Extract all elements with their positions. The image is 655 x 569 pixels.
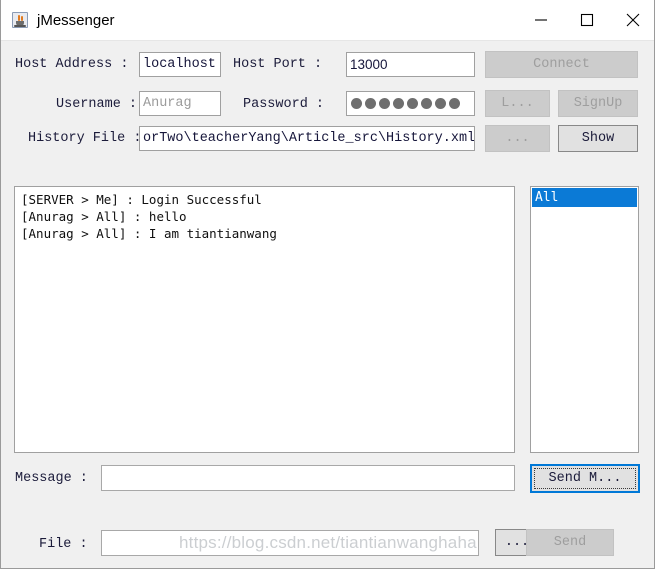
java-coffee-cup-icon <box>12 12 28 28</box>
title-bar: jMessenger <box>1 0 654 40</box>
host-port-input[interactable]: 13000 <box>346 52 475 77</box>
message-label: Message : <box>15 471 88 486</box>
message-input[interactable] <box>101 465 515 491</box>
host-port-label: Host Port : <box>233 57 323 72</box>
history-browse-button[interactable]: ... <box>485 125 550 152</box>
username-input[interactable]: Anurag <box>139 91 221 116</box>
user-list-item[interactable]: All <box>532 188 637 207</box>
send-message-button-label: Send M... <box>534 468 636 489</box>
chat-message-line: [Anurag > All] : I am tiantianwang <box>21 226 277 241</box>
password-input[interactable] <box>346 91 475 116</box>
host-address-label: Host Address : <box>15 57 129 72</box>
window-controls <box>518 0 654 40</box>
show-history-button[interactable]: Show <box>558 125 638 152</box>
app-window: jMessenger Host Address : localhost Host… <box>0 0 655 569</box>
title-bar-divider <box>1 40 654 41</box>
window-title: jMessenger <box>37 11 115 29</box>
send-message-button[interactable]: Send M... <box>530 464 640 493</box>
signup-button[interactable]: SignUp <box>558 90 638 117</box>
file-input[interactable] <box>101 530 479 556</box>
close-icon[interactable] <box>610 0 654 40</box>
history-file-input[interactable]: orTwo\teacherYang\Article_src\History.xm… <box>139 126 475 151</box>
connect-button[interactable]: Connect <box>485 51 638 78</box>
host-address-input[interactable]: localhost <box>139 52 221 77</box>
username-label: Username : <box>56 97 138 112</box>
login-button[interactable]: L... <box>485 90 550 117</box>
chat-log-panel[interactable]: [SERVER > Me] : Login Successful [Anurag … <box>14 186 515 453</box>
user-list-panel[interactable]: All <box>530 186 639 453</box>
send-file-button[interactable]: Send <box>526 529 614 556</box>
history-file-label: History File : <box>28 131 142 146</box>
minimize-icon[interactable] <box>518 0 564 40</box>
chat-message-line: [SERVER > Me] : Login Successful <box>21 192 262 207</box>
chat-message-line: [Anurag > All] : hello <box>21 209 187 224</box>
file-label: File : <box>39 537 88 552</box>
chat-log-content: [SERVER > Me] : Login Successful [Anurag … <box>15 187 514 242</box>
maximize-icon[interactable] <box>564 0 610 40</box>
password-label: Password : <box>243 97 325 112</box>
title-bar-left: jMessenger <box>1 12 518 29</box>
